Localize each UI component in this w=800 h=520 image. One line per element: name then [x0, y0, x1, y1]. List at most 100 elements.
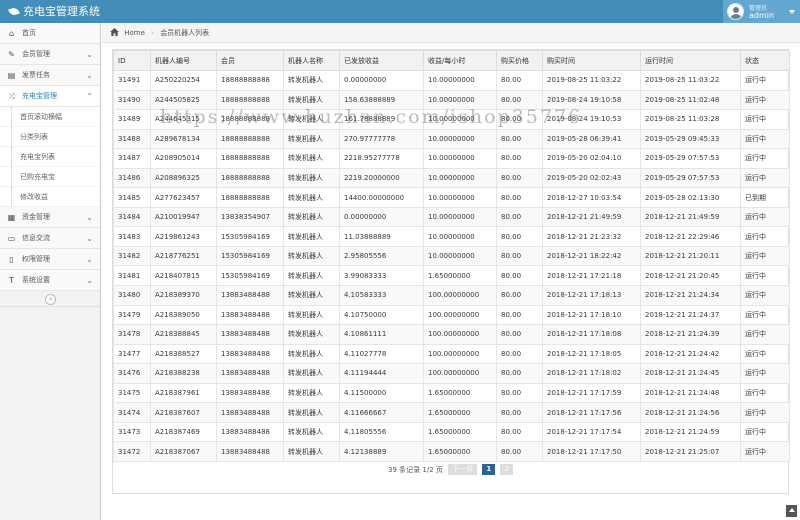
- table-row[interactable]: 31473 A218387469 13883488488 转发机器人 4.1180555…: [113, 421, 790, 443]
- table-cell: 转发机器人: [283, 245, 340, 267]
- table-cell: 31473: [113, 421, 151, 443]
- table-cell: 1.65000000: [423, 421, 497, 443]
- table-row[interactable]: 31487 A208905014 18888888888 转发机器人 2218.9527…: [113, 148, 790, 169]
- table-cell: 2018-12-21 21:23:32: [542, 226, 641, 247]
- table-cell: 13883488488: [216, 402, 284, 423]
- sidebar-subitem-categories[interactable]: 分类列表: [0, 127, 100, 147]
- table-cell: 18888888888: [216, 128, 284, 150]
- table-cell: 转发机器人: [283, 363, 340, 384]
- table-row[interactable]: 31490 A244505825 18888888888 转发机器人 158.63888…: [113, 89, 790, 111]
- sidebar-item-tasks[interactable]: ▤ 发票任务 ⌄: [0, 65, 100, 86]
- table-cell: 13883488488: [216, 382, 284, 404]
- table-cell: 2219.20000000: [339, 167, 424, 189]
- table-row[interactable]: 31491 A250220254 18888888888 转发机器人 0.0000000…: [113, 70, 790, 91]
- table-cell: 10.00000000: [423, 89, 497, 111]
- user-menu[interactable]: 管理员 admin: [723, 0, 800, 23]
- avatar: [727, 3, 744, 20]
- column-header: ID: [113, 50, 151, 71]
- breadcrumb: Home › 会员机器人列表: [102, 23, 800, 43]
- chevron-up-icon: ⌃: [86, 92, 93, 101]
- sidebar-item-messages[interactable]: ▭ 信息交流 ⌄: [0, 228, 100, 249]
- table-cell: 2018-12-21 21:49:59: [640, 206, 741, 228]
- table-cell: 80.00: [496, 304, 543, 326]
- table-cell: 10.00000000: [423, 128, 497, 150]
- sidebar-item-label: 发票任务: [22, 71, 50, 79]
- pagination-summary: 39 条记录 1/2 页: [388, 465, 443, 474]
- table-row[interactable]: 31472 A218387067 13883488488 转发机器人 4.1213888…: [113, 441, 790, 462]
- sidebar-item-settings[interactable]: T 系统设置 ⌄: [0, 270, 100, 291]
- table-cell: 10.00000000: [423, 206, 497, 228]
- table-cell: 100.00000000: [423, 324, 497, 345]
- table-cell: 2018-12-21 17:18:05: [542, 343, 641, 365]
- table-cell: 运行中: [740, 343, 790, 365]
- table-row[interactable]: 31488 A289678134 18888888888 转发机器人 270.97777…: [113, 128, 790, 150]
- table-row[interactable]: 31477 A218388527 13883488488 转发机器人 4.1102777…: [113, 343, 790, 365]
- table-cell: 2018-12-21 21:24:42: [640, 343, 741, 365]
- table-row[interactable]: 31476 A218388238 13883488488 转发机器人 4.1119444…: [113, 363, 790, 384]
- sidebar-item-members[interactable]: ✎ 会员管理 ⌄: [0, 44, 100, 65]
- table-cell: 13883488488: [216, 343, 284, 365]
- sidebar-item-permissions[interactable]: ▯ 权限管理 ⌄: [0, 249, 100, 270]
- brand[interactable]: 充电宝管理系统: [8, 4, 100, 19]
- scroll-to-top-button[interactable]: [786, 505, 797, 517]
- table-cell: 13883488488: [216, 421, 284, 443]
- table-row[interactable]: 31486 A208896325 18888888888 转发机器人 2219.2000…: [113, 167, 790, 189]
- table-cell: 运行中: [740, 265, 790, 287]
- table-cell: 2018-12-21 21:20:45: [640, 265, 741, 287]
- sidebar-item-label: 资金管理: [22, 213, 50, 221]
- text-width-icon: T: [9, 276, 14, 285]
- table-row[interactable]: 31475 A218387961 13883488488 转发机器人 4.1150000…: [113, 382, 790, 404]
- table-row[interactable]: 31479 A218389050 13883488488 转发机器人 4.1075000…: [113, 304, 790, 326]
- caret-down-icon: [789, 10, 795, 14]
- page-2-button[interactable]: 2: [500, 464, 513, 475]
- sidebar-item-label: 系统设置: [22, 276, 50, 284]
- table-cell: 运行中: [740, 70, 790, 91]
- table-cell: 4.11194444: [339, 363, 424, 384]
- table-row[interactable]: 31474 A218387607 13883488488 转发机器人 4.1166666…: [113, 402, 790, 423]
- sidebar-subitem-edit-earnings[interactable]: 修改收益: [0, 187, 100, 207]
- next-page-button[interactable]: 下一页: [448, 464, 478, 475]
- table-cell: 转发机器人: [283, 89, 340, 111]
- column-header: 购买时间: [542, 50, 641, 71]
- column-header: 运行时间: [640, 50, 741, 71]
- table-row[interactable]: 31478 A218388845 13883488488 转发机器人 4.1086111…: [113, 324, 790, 345]
- table-row[interactable]: 31480 A218389370 13883488488 转发机器人 4.1058333…: [113, 285, 790, 306]
- table-cell: 运行中: [740, 206, 790, 228]
- robot-table: ID 机器人编号 会员 机器人名称 已发放收益 收益/每小时 购买价格 购买时间 运行时间 状态 …: [113, 50, 790, 462]
- table-cell: 2018-12-21 21:24:39: [640, 324, 741, 345]
- table-cell: 161.78888889: [339, 109, 424, 130]
- table-row[interactable]: 31485 A277623457 18888888888 转发机器人 14400.000…: [113, 187, 790, 208]
- home-icon: [110, 28, 119, 36]
- page-1-button[interactable]: 1: [482, 464, 496, 475]
- table-cell: 18888888888: [216, 89, 284, 111]
- table-row[interactable]: 31482 A218776251 15305984169 转发机器人 2.9580555…: [113, 245, 790, 267]
- breadcrumb-home[interactable]: Home: [124, 29, 145, 37]
- table-cell: 31480: [113, 285, 151, 306]
- table-row[interactable]: 31483 A219861243 15305984169 转发机器人 11.038888…: [113, 226, 790, 247]
- table-cell: 运行中: [740, 226, 790, 247]
- table-cell: A210019947: [150, 206, 217, 228]
- table-cell: 2018-12-21 17:18:13: [542, 285, 641, 306]
- table-cell: 31484: [113, 206, 151, 228]
- table-cell: 4.12138889: [339, 441, 424, 462]
- sidebar-item-powerbank[interactable]: ⤨ 充电宝管理 ⌃: [0, 86, 100, 107]
- chevron-down-icon: ⌄: [86, 213, 93, 222]
- table-row[interactable]: 31484 A210019947 13838354907 转发机器人 0.0000000…: [113, 206, 790, 228]
- chevron-down-icon: ⌄: [86, 255, 93, 264]
- sidebar-subitem-powerbank-list[interactable]: 充电宝列表: [0, 147, 100, 167]
- table-cell: 运行中: [740, 441, 790, 462]
- table-row[interactable]: 31481 A218407815 15305984169 转发机器人 3.9908333…: [113, 265, 790, 287]
- table-cell: 转发机器人: [283, 382, 340, 404]
- table-row[interactable]: 31489 A244645315 18888888888 转发机器人 161.78888…: [113, 109, 790, 130]
- table-cell: A250220254: [150, 70, 217, 91]
- user-name: admin: [749, 11, 775, 20]
- double-angle-left-icon[interactable]: «: [45, 294, 56, 305]
- sidebar-subitem-purchased[interactable]: 已购充电宝: [0, 167, 100, 187]
- table-cell: 2019-08-25 11:03:22: [640, 70, 741, 91]
- sidebar-item-home[interactable]: ⌂ 首页: [0, 23, 100, 44]
- table-cell: 转发机器人: [283, 70, 340, 91]
- sidebar-subitem-banner[interactable]: 首页滚动横幅: [0, 107, 100, 127]
- table-cell: 80.00: [496, 363, 543, 384]
- sidebar-item-funds[interactable]: ▦ 资金管理 ⌄: [0, 207, 100, 228]
- table-cell: 1.65000000: [423, 265, 497, 287]
